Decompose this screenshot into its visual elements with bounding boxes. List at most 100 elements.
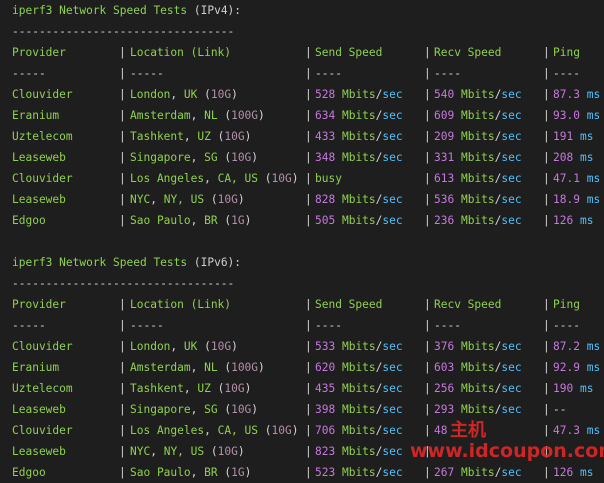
header-underline: ----- xyxy=(130,315,164,336)
ping-unit: ms xyxy=(586,193,601,206)
link-speed: 10G xyxy=(231,151,252,164)
column-separator: | xyxy=(305,130,312,143)
terminal-window[interactable]: iperf3 Network Speed Tests (IPv4): ------… xyxy=(0,0,604,482)
location-cell: Sao Paulo, BR (1G) xyxy=(130,466,252,479)
provider-name: Clouvider xyxy=(12,424,73,437)
header-underline: ----- xyxy=(12,315,46,336)
table-row: Clouvider Los Angeles, CA, US (10G) busy 61… xyxy=(0,168,604,189)
column-separator: | xyxy=(119,172,126,185)
ping-cell: 87.3 ms xyxy=(553,84,600,105)
ping-value: 92.9 xyxy=(553,361,580,374)
column-separator: | xyxy=(305,403,312,416)
header-ping-text: Ping xyxy=(553,46,580,59)
send-value: 823 xyxy=(315,445,336,458)
location-region: CA, US xyxy=(217,424,258,437)
ping-unit: ms xyxy=(586,88,601,101)
column-separator: | xyxy=(543,466,550,479)
location-city: NYC xyxy=(130,445,151,458)
recv-value: 609 xyxy=(434,109,455,122)
header-location: Location (Link) xyxy=(130,294,231,315)
speed-unit: Mbits xyxy=(460,172,495,185)
ping-value: 18.9 xyxy=(553,193,580,206)
ping-unit: ms xyxy=(586,109,601,122)
link-speed: 10G xyxy=(231,403,252,416)
speed-unit-sec: sec xyxy=(501,172,522,185)
column-separator: | xyxy=(424,319,431,332)
header-underline: ---- xyxy=(434,63,461,84)
speed-unit: Mbits xyxy=(460,151,495,164)
speed-unit-sec: sec xyxy=(501,361,522,374)
table-row: Leaseweb NYC, NY, US (10G) 823 Mbits/sec | |… xyxy=(0,441,604,462)
column-separator: | xyxy=(119,109,126,122)
provider-name: Leaseweb xyxy=(12,151,66,164)
ping-cell: 191 ms xyxy=(553,126,593,147)
section-divider: --------------------------------- xyxy=(0,21,604,42)
column-separator: | xyxy=(305,46,312,59)
ping-value: 190 xyxy=(553,382,574,395)
location-cell: London, UK (10G) xyxy=(130,88,238,101)
column-separator: | xyxy=(424,67,431,80)
column-separator: | xyxy=(305,214,312,227)
column-separator: | xyxy=(424,298,431,311)
link-speed: 10G xyxy=(224,382,245,395)
column-separator: | xyxy=(119,340,126,353)
speed-unit: Mbits xyxy=(460,466,495,479)
recv-value: 209 xyxy=(434,130,455,143)
ping-value: 208 xyxy=(553,151,574,164)
location-city: Amsterdam xyxy=(130,109,191,122)
recv-speed-cell: 209 Mbits/sec xyxy=(434,126,522,147)
send-value: 348 xyxy=(315,151,336,164)
provider-cell: Clouvider xyxy=(12,84,73,105)
provider-cell: Clouvider xyxy=(12,336,73,357)
recv-speed-cell: 603 Mbits/sec xyxy=(434,357,522,378)
ping-cell: 47.3 ms xyxy=(553,420,600,441)
location-city: Los Angeles xyxy=(130,172,205,185)
header-provider: Provider xyxy=(12,42,66,63)
header-ping: Ping xyxy=(553,294,580,315)
speed-unit-sec: sec xyxy=(382,109,403,122)
column-separator: | xyxy=(543,319,550,332)
column-separator: | xyxy=(543,340,550,353)
header-underline: ---- xyxy=(553,315,580,336)
speed-unit: Mbits xyxy=(460,340,495,353)
table-row: Eranium Amsterdam, NL (100G) 634 Mbits/sec… xyxy=(0,105,604,126)
speed-unit: Mbits xyxy=(341,151,376,164)
ping-value: 47.1 xyxy=(553,172,580,185)
recv-value: 613 xyxy=(434,172,455,185)
ping-value: 47.3 xyxy=(553,424,580,437)
ping-unit: ms xyxy=(579,130,594,143)
recv-value: 236 xyxy=(434,214,455,227)
ping-unit: ms xyxy=(579,151,594,164)
speed-unit-sec: sec xyxy=(382,445,403,458)
header-underline: ----- xyxy=(12,63,46,84)
send-value: 533 xyxy=(315,340,336,353)
speed-unit: Mbits xyxy=(460,130,495,143)
recv-value: 267 xyxy=(434,466,455,479)
send-value: 828 xyxy=(315,193,336,206)
table-row: Edgoo Sao Paulo, BR (1G) 505 Mbits/sec 236 … xyxy=(0,210,604,231)
table-header-underline: ----- ----- ---- ---- ---- | | | | xyxy=(0,315,604,336)
speed-unit: Mbits xyxy=(341,466,376,479)
location-city: Amsterdam xyxy=(130,361,191,374)
column-separator: | xyxy=(119,88,126,101)
column-separator: | xyxy=(543,403,550,416)
speed-unit-sec: sec xyxy=(382,340,403,353)
table-row: Edgoo Sao Paulo, BR (1G) 523 Mbits/sec 267 … xyxy=(0,462,604,483)
provider-cell: Uztelecom xyxy=(12,378,73,399)
column-separator: | xyxy=(543,109,550,122)
ping-cell: 190 ms xyxy=(553,378,593,399)
recv-speed-cell: 256 Mbits/sec xyxy=(434,378,522,399)
location-region: NY, US xyxy=(163,445,205,458)
location-region: BR xyxy=(204,466,218,479)
header-provider-text: Provider xyxy=(12,298,66,311)
header-underline: ---- xyxy=(553,63,580,84)
send-speed-cell: 706 Mbits/sec xyxy=(315,420,403,441)
location-region: BR xyxy=(204,214,218,227)
location-cell: NYC, NY, US (10G) xyxy=(130,193,245,206)
speed-unit: Mbits xyxy=(460,403,495,416)
location-region: CA, US xyxy=(217,172,258,185)
provider-name: Eranium xyxy=(12,361,60,374)
send-speed-cell: 528 Mbits/sec xyxy=(315,84,403,105)
title-suffix: (IPv6): xyxy=(193,256,242,269)
header-send-speed: Send Speed xyxy=(315,42,382,63)
